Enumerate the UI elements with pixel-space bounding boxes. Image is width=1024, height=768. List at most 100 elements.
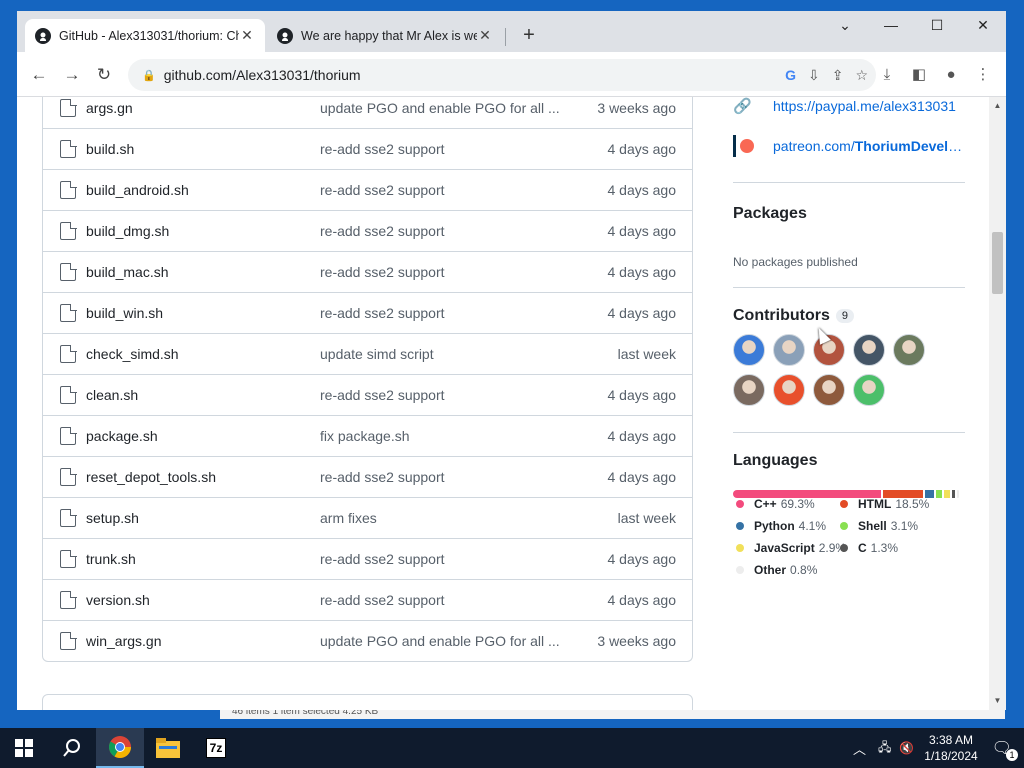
table-row[interactable]: version.sh re-add sse2 support 4 days ago — [43, 579, 692, 620]
clock[interactable]: 3:38 AM 1/18/2024 — [924, 732, 977, 764]
side-panel-icon[interactable]: ◧ — [906, 62, 932, 88]
table-row[interactable]: args.gn update PGO and enable PGO for all… — [43, 97, 692, 128]
contributor-avatar[interactable] — [813, 374, 845, 406]
tab-search-icon[interactable]: ⌄ — [822, 11, 868, 39]
commit-message-link[interactable]: re-add sse2 support — [320, 551, 570, 567]
packages-heading[interactable]: Packages — [733, 205, 807, 223]
close-tab-icon[interactable]: ✕ — [239, 27, 255, 44]
scroll-down-arrow-icon[interactable]: ▼ — [989, 694, 1006, 708]
file-name-link[interactable]: win_args.gn — [86, 633, 320, 649]
reload-button[interactable]: ↻ — [90, 62, 118, 88]
profile-avatar-icon[interactable]: ● — [938, 62, 964, 88]
tab-github-thorium[interactable]: GitHub - Alex313031/thorium: Chromium fo… — [25, 19, 265, 52]
commit-message-link[interactable]: update PGO and enable PGO for all ... — [320, 100, 570, 116]
scrollbar-thumb[interactable] — [992, 232, 1003, 294]
table-row[interactable]: package.sh fix package.sh 4 days ago — [43, 415, 692, 456]
contributor-avatar[interactable] — [853, 374, 885, 406]
file-name-link[interactable]: setup.sh — [86, 510, 320, 526]
commit-message-link[interactable]: re-add sse2 support — [320, 182, 570, 198]
maximize-button[interactable]: ☐ — [914, 11, 960, 39]
table-row[interactable]: trunk.sh re-add sse2 support 4 days ago — [43, 538, 692, 579]
commit-message-link[interactable]: re-add sse2 support — [320, 387, 570, 403]
file-name-link[interactable]: reset_depot_tools.sh — [86, 469, 320, 485]
file-explorer-icon[interactable] — [144, 728, 192, 768]
back-button[interactable]: ← — [25, 62, 53, 88]
contributor-avatar[interactable] — [733, 374, 765, 406]
commit-message-link[interactable]: arm fixes — [320, 510, 570, 526]
file-name-link[interactable]: build_dmg.sh — [86, 223, 320, 239]
language-item[interactable]: Python 4.1% — [736, 519, 826, 533]
file-name-link[interactable]: check_simd.sh — [86, 346, 320, 362]
file-name-link[interactable]: trunk.sh — [86, 551, 320, 567]
paypal-link-row[interactable]: 🔗 https://paypal.me/alex313031 — [733, 97, 965, 116]
start-button[interactable] — [0, 728, 48, 768]
menu-kebab-icon[interactable]: ⋮ — [970, 62, 996, 88]
commit-message-link[interactable]: re-add sse2 support — [320, 223, 570, 239]
table-row[interactable]: reset_depot_tools.sh re-add sse2 support 4… — [43, 456, 692, 497]
install-app-icon[interactable]: ⇩ — [808, 67, 820, 84]
file-name-link[interactable]: build_win.sh — [86, 305, 320, 321]
chrome-taskbar-icon[interactable] — [96, 728, 144, 768]
table-row[interactable]: build_android.sh re-add sse2 support 4 day… — [43, 169, 692, 210]
file-name-link[interactable]: build.sh — [86, 141, 320, 157]
search-icon[interactable] — [48, 728, 96, 768]
language-item[interactable]: Other 0.8% — [736, 563, 817, 577]
forward-button[interactable]: → — [58, 62, 86, 88]
close-window-button[interactable]: ✕ — [960, 11, 1006, 39]
page-scrollbar[interactable]: ▲ ▼ — [989, 97, 1006, 710]
contributors-heading[interactable]: Contributors 9 — [733, 307, 854, 325]
commit-message-link[interactable]: re-add sse2 support — [320, 264, 570, 280]
volume-muted-icon[interactable]: 🔇 — [899, 741, 914, 755]
paypal-link[interactable]: https://paypal.me/alex313031 — [773, 98, 965, 114]
language-bar-segment — [952, 490, 956, 498]
language-item[interactable]: Shell 3.1% — [840, 519, 918, 533]
commit-message-link[interactable]: fix package.sh — [320, 428, 570, 444]
notification-icon[interactable]: 🗨 1 — [992, 738, 1018, 761]
downloads-icon[interactable]: ⤓ — [874, 62, 900, 88]
table-row[interactable]: build_dmg.sh re-add sse2 support 4 days ag… — [43, 210, 692, 251]
patreon-link-row[interactable]: patreon.com/ThoriumDevelopment — [733, 135, 965, 157]
network-icon[interactable]: 🖧 — [878, 738, 891, 759]
language-item[interactable]: C 1.3% — [840, 541, 898, 555]
google-icon[interactable]: G — [785, 67, 796, 83]
contributor-avatar[interactable] — [853, 334, 885, 366]
minimize-button[interactable]: — — [868, 11, 914, 39]
chevron-up-icon[interactable]: ︿ — [853, 739, 866, 758]
table-row[interactable]: setup.sh arm fixes last week — [43, 497, 692, 538]
table-row[interactable]: build_mac.sh re-add sse2 support 4 days ag… — [43, 251, 692, 292]
new-tab-button[interactable]: + — [517, 23, 541, 47]
patreon-link[interactable]: patreon.com/ThoriumDevelopment — [773, 138, 965, 154]
commit-message-link[interactable]: re-add sse2 support — [320, 141, 570, 157]
address-bar[interactable]: 🔒 github.com/Alex313031/thorium G ⇩ ⇪ ☆ — [128, 59, 876, 91]
commit-message-link[interactable]: re-add sse2 support — [320, 305, 570, 321]
tab-mr-alex[interactable]: We are happy that Mr Alex is welcome ✕ — [267, 19, 503, 52]
language-item[interactable]: C++ 69.3% — [736, 497, 815, 511]
bookmark-star-icon[interactable]: ☆ — [855, 67, 868, 84]
7zip-icon[interactable]: 7z — [192, 728, 240, 768]
close-tab-icon[interactable]: ✕ — [477, 27, 493, 44]
file-name-link[interactable]: build_android.sh — [86, 182, 320, 198]
file-name-link[interactable]: build_mac.sh — [86, 264, 320, 280]
contributor-avatar[interactable] — [773, 334, 805, 366]
contributor-avatar[interactable] — [733, 334, 765, 366]
commit-age: 4 days ago — [607, 469, 677, 485]
table-row[interactable]: build_win.sh re-add sse2 support 4 days ag… — [43, 292, 692, 333]
scroll-up-arrow-icon[interactable]: ▲ — [989, 99, 1006, 113]
table-row[interactable]: win_args.gn update PGO and enable PGO for… — [43, 620, 692, 661]
commit-message-link[interactable]: re-add sse2 support — [320, 592, 570, 608]
commit-message-link[interactable]: re-add sse2 support — [320, 469, 570, 485]
language-item[interactable]: JavaScript 2.9% — [736, 541, 846, 555]
file-name-link[interactable]: args.gn — [86, 100, 320, 116]
commit-message-link[interactable]: update PGO and enable PGO for all ... — [320, 633, 570, 649]
share-icon[interactable]: ⇪ — [832, 67, 844, 84]
file-name-link[interactable]: version.sh — [86, 592, 320, 608]
table-row[interactable]: build.sh re-add sse2 support 4 days ago — [43, 128, 692, 169]
contributor-avatar[interactable] — [773, 374, 805, 406]
file-name-link[interactable]: clean.sh — [86, 387, 320, 403]
commit-message-link[interactable]: update simd script — [320, 346, 570, 362]
language-item[interactable]: HTML 18.5% — [840, 497, 929, 511]
table-row[interactable]: check_simd.sh update simd script last week — [43, 333, 692, 374]
file-name-link[interactable]: package.sh — [86, 428, 320, 444]
contributor-avatar[interactable] — [893, 334, 925, 366]
table-row[interactable]: clean.sh re-add sse2 support 4 days ago — [43, 374, 692, 415]
